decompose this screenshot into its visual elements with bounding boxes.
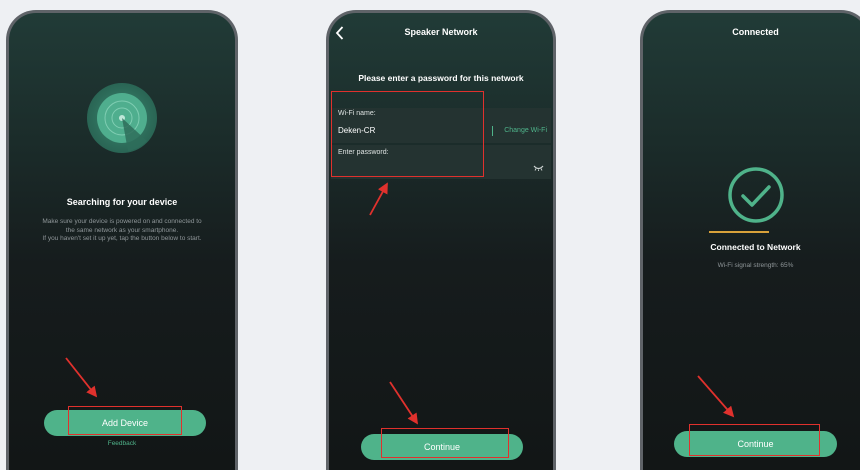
annotation-arrows: [65, 182, 735, 425]
arrow-icon: [369, 182, 388, 216]
arrow-icon: [389, 381, 418, 425]
arrow-icon: [697, 375, 735, 418]
arrow-icon: [65, 357, 98, 398]
